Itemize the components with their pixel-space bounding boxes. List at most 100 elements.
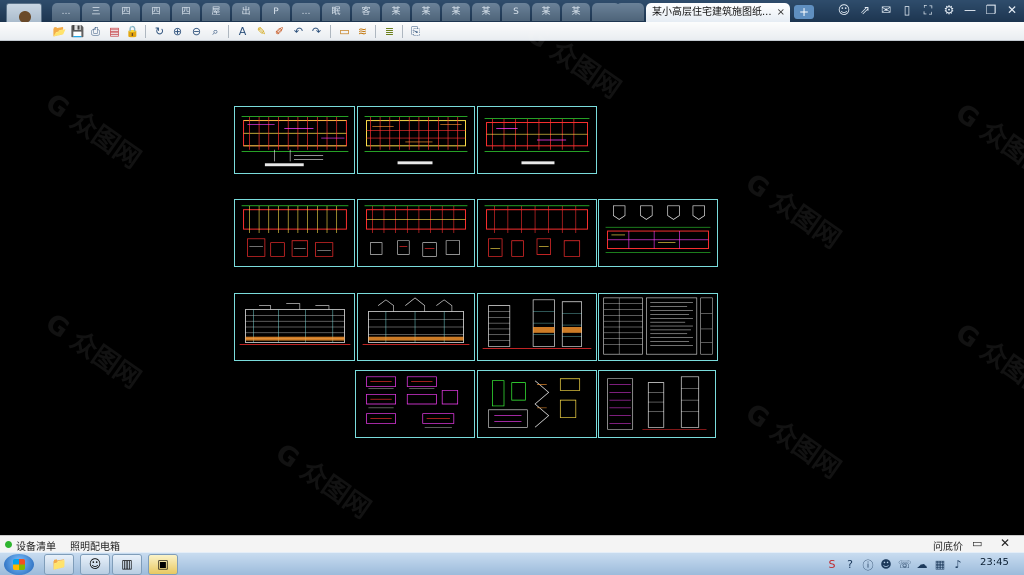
drawing-sheet-detail-2[interactable] (477, 370, 597, 438)
tab-4[interactable]: 四 (142, 3, 170, 21)
zoom-window-icon[interactable]: ⌕ (208, 24, 223, 39)
drawing-sheet-detail-3[interactable] (598, 370, 716, 438)
elevation-drawing (362, 297, 470, 345)
drawing-sheet-plan-2[interactable] (357, 106, 475, 174)
watermark: G 众图网 (949, 318, 1024, 405)
avatar-app-icon[interactable]: ☺ (80, 554, 110, 575)
tab-2[interactable]: 三 (82, 3, 110, 21)
clock[interactable]: 23:45 (980, 557, 1009, 568)
settings-icon[interactable]: ⚙ (941, 2, 957, 18)
detail-drawing (488, 378, 581, 428)
drawing-sheet-notes[interactable] (598, 293, 718, 361)
tab-10[interactable]: 眠 (322, 3, 350, 21)
drawing-sheet-plan-3[interactable] (477, 106, 597, 174)
chat-icon[interactable]: ☏ (898, 558, 912, 571)
drawing-sheet-elevation-1[interactable] (234, 293, 355, 361)
tab-12[interactable]: 某 (382, 3, 410, 21)
ime-icon[interactable]: ⓘ (862, 557, 874, 573)
explorer-icon[interactable]: 📁 (44, 554, 74, 575)
tab-7[interactable]: 出 (232, 3, 260, 21)
help-icon[interactable]: ? (844, 558, 856, 571)
volume-icon[interactable]: ♪ (952, 558, 964, 571)
dimension-icon[interactable]: ≋ (355, 24, 370, 39)
watermark: G 众图网 (39, 308, 146, 395)
drawing-sheet-elevation-2[interactable] (357, 293, 475, 361)
markup-icon[interactable]: ✐ (272, 24, 287, 39)
measure-icon[interactable]: ▭ (337, 24, 352, 39)
rotate-icon[interactable]: ↻ (152, 24, 167, 39)
drawing-sheet-section[interactable] (477, 293, 597, 361)
layers-icon[interactable]: ≣ (382, 24, 397, 39)
pencil-icon[interactable]: ✎ (254, 24, 269, 39)
status-item-equipment-list[interactable]: 设备清单 (16, 538, 56, 553)
comment-icon[interactable]: ▭ (972, 537, 982, 550)
phone-icon[interactable]: ▯ (899, 2, 915, 18)
tab-6[interactable]: 屋 (202, 3, 230, 21)
undo-icon[interactable]: ↶ (291, 24, 306, 39)
taskbar: 📁 ☺ ▥ ▣ S ? ⓘ ☻ ☏ ☁ ▦ ♪ 23:45 (0, 552, 1024, 575)
books-icon[interactable]: ▥ (112, 554, 142, 575)
watermark: G 众图网 (739, 168, 846, 255)
save-icon[interactable]: 💾 (70, 24, 85, 39)
cad-viewer-window: … 三 四 四 四 屋 出 P … 眠 客 某 某 某 某 S 某 某 某小高层… (0, 0, 1024, 575)
toolbar-separator (402, 25, 403, 38)
tab-5[interactable]: 四 (172, 3, 200, 21)
print-icon[interactable]: ⎙ (88, 24, 103, 39)
pdf-icon[interactable]: ▤ (107, 24, 122, 39)
open-icon[interactable]: 📂 (52, 24, 67, 39)
text-icon[interactable]: A (235, 24, 250, 39)
notes-table (603, 297, 713, 355)
tab-11[interactable]: 客 (352, 3, 380, 21)
watermark: G 众图网 (949, 98, 1024, 185)
drawing-sheet-plan-1[interactable] (234, 106, 355, 174)
network-icon[interactable]: ▦ (934, 558, 946, 571)
tab-16[interactable]: S (502, 3, 530, 21)
tab-13[interactable]: 某 (412, 3, 440, 21)
plan-drawing (241, 205, 349, 257)
tab-18[interactable]: 某 (562, 3, 590, 21)
restore-icon[interactable]: ❐ (983, 2, 999, 18)
tab-active-drawing[interactable]: 某小高层住宅建筑施图纸... × (646, 3, 790, 22)
status-item-lighting-box[interactable]: 照明配电箱 (70, 538, 120, 553)
drawing-sheet-plan-5[interactable] (357, 199, 475, 267)
plan-drawing (364, 205, 468, 257)
fullscreen-icon[interactable]: ⛶ (920, 2, 936, 18)
drawing-sheet-roof[interactable] (598, 199, 718, 267)
drawing-sheet-detail-1[interactable] (355, 370, 475, 438)
new-tab-button[interactable]: + (794, 5, 814, 19)
status-close-icon[interactable]: ✕ (1000, 536, 1010, 550)
redo-icon[interactable]: ↷ (309, 24, 324, 39)
tab-9[interactable]: … (292, 3, 320, 21)
penguin-icon[interactable]: ☻ (880, 558, 892, 571)
status-bar: 设备清单 照明配电箱 问底价 ▭ ✕ (0, 535, 1024, 553)
close-icon[interactable]: ✕ (1004, 2, 1020, 18)
section-drawing (482, 299, 592, 349)
user-icon[interactable]: ☺ (836, 2, 852, 18)
ask-price-link[interactable]: 问底价 (933, 538, 963, 553)
s-icon[interactable]: S (826, 558, 838, 571)
tab-1[interactable]: … (52, 3, 80, 21)
share-icon[interactable]: ⇗ (857, 2, 873, 18)
toolbar-separator (145, 25, 146, 38)
drawing-sheet-plan-6[interactable] (477, 199, 597, 267)
chat-icon[interactable]: ✉ (878, 2, 894, 18)
drawing-sheet-plan-4[interactable] (234, 199, 355, 267)
tab-8[interactable]: P (262, 3, 290, 21)
roof-drawing (605, 205, 711, 253)
toolbar-separator (330, 25, 331, 38)
drawing-canvas[interactable]: G 众图网 G 众图网 G 众图网 G 众图网 G 众图网 G 众图网 G 众图… (0, 18, 1024, 535)
tab-close-icon[interactable]: × (777, 3, 785, 22)
export-icon[interactable]: ⎘ (408, 24, 423, 39)
zoom-in-icon[interactable]: ⊕ (170, 24, 185, 39)
cad-viewer-icon[interactable]: ▣ (148, 554, 178, 575)
tab-3[interactable]: 四 (112, 3, 140, 21)
lock-icon[interactable]: 🔒 (125, 24, 140, 39)
cloud-icon[interactable]: ☁ (916, 558, 928, 571)
tab-20[interactable] (616, 3, 644, 21)
start-button[interactable] (4, 554, 34, 575)
tab-14[interactable]: 某 (442, 3, 470, 21)
window-controls: ☺ ⇗ ✉ ▯ ⛶ ⚙ — ❐ ✕ (836, 2, 1020, 20)
zoom-out-icon[interactable]: ⊖ (189, 24, 204, 39)
tab-15[interactable]: 某 (472, 3, 500, 21)
minimize-icon[interactable]: — (962, 2, 978, 18)
